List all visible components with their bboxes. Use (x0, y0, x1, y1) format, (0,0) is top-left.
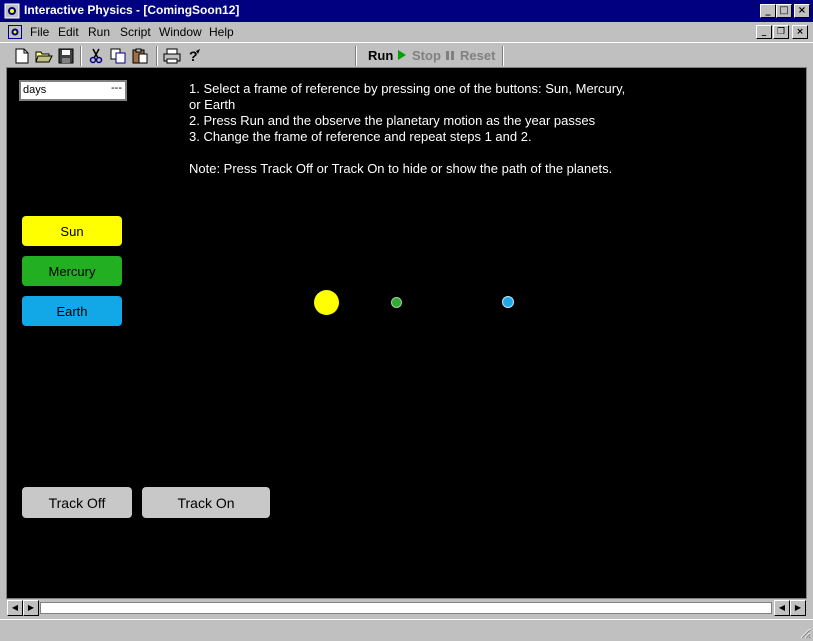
print-icon[interactable] (162, 46, 182, 66)
simulation-workspace[interactable]: days --- 1. Select a frame of reference … (6, 67, 807, 599)
close-button[interactable]: × (794, 4, 810, 18)
instruction-line: 3. Change the frame of reference and rep… (189, 129, 532, 144)
toolbar: ? Run Stop Reset (0, 42, 813, 68)
track-on-button[interactable]: Track On (142, 487, 270, 518)
status-bar (0, 619, 813, 641)
mercury-frame-button[interactable]: Mercury (22, 256, 122, 286)
reset-button[interactable]: Reset (460, 48, 495, 63)
time-units-field[interactable]: days --- (19, 80, 127, 101)
menu-edit[interactable]: Edit (58, 25, 79, 39)
run-button[interactable]: Run (368, 48, 407, 63)
app-icon (4, 3, 20, 19)
scroll-far-left-icon[interactable]: ◀ (774, 600, 790, 616)
sun-frame-button[interactable]: Sun (22, 216, 122, 246)
toolbar-separator (502, 46, 504, 66)
doc-minimize-button[interactable]: _ (756, 25, 772, 39)
new-file-icon[interactable] (12, 46, 32, 66)
sun-body[interactable] (314, 290, 339, 315)
doc-restore-button[interactable]: ❐ (773, 25, 789, 39)
svg-text:?: ? (189, 48, 198, 64)
toolbar-separator (80, 46, 82, 66)
track-off-button[interactable]: Track Off (22, 487, 132, 518)
menu-file[interactable]: File (30, 25, 49, 39)
toolbar-separator (156, 46, 158, 66)
scroll-left-icon[interactable]: ◀ (7, 600, 23, 616)
instruction-note: Note: Press Track Off or Track On to hid… (189, 161, 613, 176)
cut-icon[interactable] (86, 46, 106, 66)
doc-close-button[interactable]: × (792, 25, 808, 39)
run-label: Run (368, 48, 394, 63)
title-bar: Interactive Physics - [ComingSoon12] _ □… (0, 0, 813, 22)
stop-button[interactable]: Stop (412, 48, 455, 63)
toolbar-separator (355, 46, 357, 66)
instruction-line: or Earth (189, 97, 236, 112)
menu-run[interactable]: Run (88, 25, 110, 39)
scroll-far-right-icon[interactable]: ▶ (790, 600, 806, 616)
save-icon[interactable] (56, 46, 76, 66)
horizontal-scrollbar[interactable]: ◀ ▶ ◀ ▶ (6, 599, 807, 617)
menu-bar: File Edit Run Script Window Help _ ❐ × (0, 22, 813, 42)
earth-frame-button[interactable]: Earth (22, 296, 122, 326)
instruction-line: 1. Select a frame of reference by pressi… (189, 81, 626, 96)
document-icon[interactable] (8, 25, 22, 39)
instruction-line: 2. Press Run and the observe the planeta… (189, 113, 596, 128)
stop-label: Stop (412, 48, 441, 63)
window-title: Interactive Physics - [ComingSoon12] (24, 3, 240, 17)
menu-help[interactable]: Help (209, 25, 234, 39)
paste-icon[interactable] (130, 46, 150, 66)
maximize-button[interactable]: □ (776, 4, 792, 18)
scroll-track[interactable] (40, 602, 772, 614)
pause-icon (445, 51, 454, 60)
open-folder-icon[interactable] (34, 46, 54, 66)
menu-window[interactable]: Window (159, 25, 202, 39)
help-icon[interactable]: ? (184, 46, 204, 66)
resize-grip-icon[interactable] (799, 627, 811, 639)
mercury-body[interactable] (391, 297, 402, 308)
scroll-right-icon[interactable]: ▶ (23, 600, 39, 616)
copy-icon[interactable] (108, 46, 128, 66)
earth-body[interactable] (502, 296, 514, 308)
menu-script[interactable]: Script (120, 25, 151, 39)
minimize-button[interactable]: _ (760, 4, 776, 18)
time-units-value: days (23, 84, 47, 96)
units-menu-icon[interactable]: --- (111, 82, 122, 94)
play-icon (397, 50, 406, 60)
